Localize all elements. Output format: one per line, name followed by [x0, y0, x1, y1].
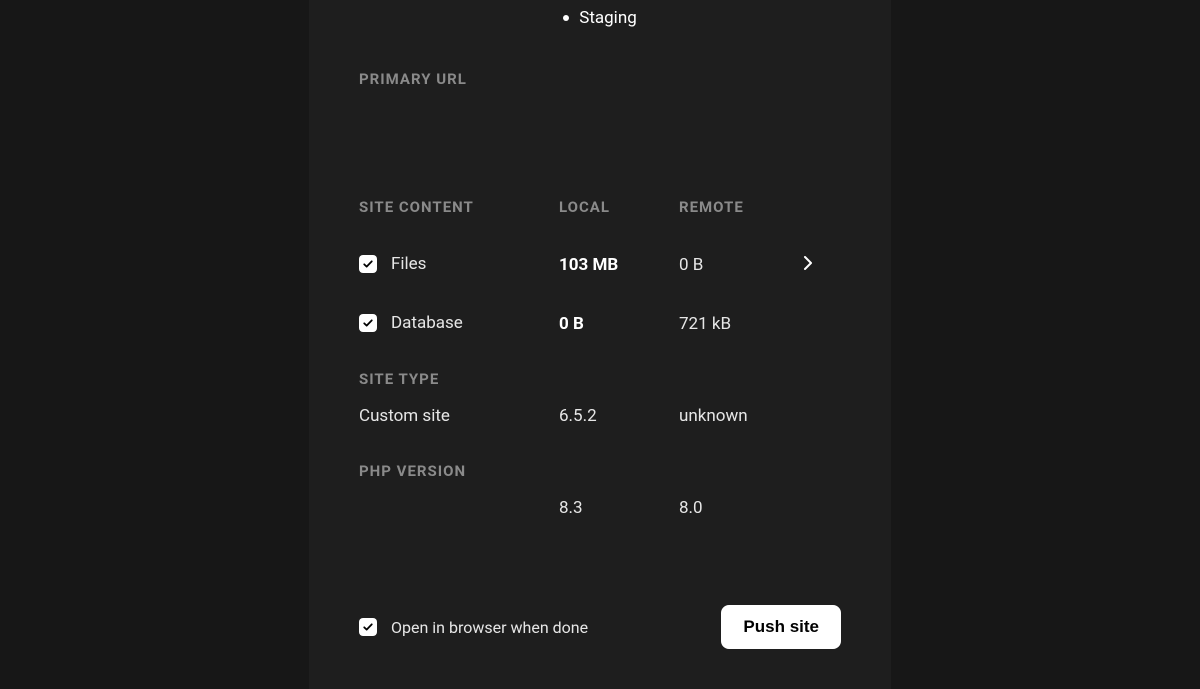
status-dot-icon: [563, 15, 569, 21]
files-expand-button[interactable]: [799, 254, 817, 272]
database-row: Database 0 B 721 kB: [359, 313, 841, 334]
local-column-heading: LOCAL: [559, 198, 679, 216]
database-label: Database: [391, 313, 463, 333]
files-local-size: 103 MB: [559, 255, 679, 275]
primary-url-heading: PRIMARY URL: [359, 70, 841, 88]
push-site-panel: Staging PRIMARY URL SITE CONTENT LOCAL R…: [309, 0, 891, 689]
database-checkbox[interactable]: Database: [359, 313, 463, 333]
php-version-row: 8.3 8.0: [359, 498, 841, 518]
open-in-browser-checkbox[interactable]: Open in browser when done: [359, 618, 588, 637]
database-local-size: 0 B: [559, 314, 679, 334]
files-remote-size: 0 B: [679, 255, 799, 275]
environment-label: Staging: [579, 8, 637, 28]
remote-column-heading: REMOTE: [679, 198, 799, 216]
files-row: Files 103 MB 0 B: [359, 254, 841, 275]
php-remote: 8.0: [679, 498, 799, 518]
checkbox-checked-icon: [359, 314, 377, 332]
push-site-button[interactable]: Push site: [721, 605, 841, 649]
files-label: Files: [391, 254, 426, 274]
open-in-browser-label: Open in browser when done: [391, 618, 588, 637]
php-local: 8.3: [559, 498, 679, 518]
panel-footer: Open in browser when done Push site: [359, 605, 841, 649]
panel-content: PRIMARY URL SITE CONTENT LOCAL REMOTE Fi…: [359, 70, 841, 518]
chevron-right-icon: [803, 256, 813, 270]
site-type-local: 6.5.2: [559, 406, 679, 426]
site-content-header-row: SITE CONTENT LOCAL REMOTE: [359, 198, 841, 216]
php-version-heading: PHP VERSION: [359, 462, 841, 480]
database-remote-size: 721 kB: [679, 314, 799, 334]
environment-indicator: Staging: [309, 8, 891, 28]
site-content-heading: SITE CONTENT: [359, 198, 559, 216]
site-type-row: Custom site 6.5.2 unknown: [359, 406, 841, 426]
checkbox-checked-icon: [359, 255, 377, 273]
site-type-name: Custom site: [359, 406, 559, 426]
site-type-heading: SITE TYPE: [359, 370, 841, 388]
checkbox-checked-icon: [359, 618, 377, 636]
site-type-remote: unknown: [679, 406, 799, 426]
files-checkbox[interactable]: Files: [359, 254, 426, 274]
